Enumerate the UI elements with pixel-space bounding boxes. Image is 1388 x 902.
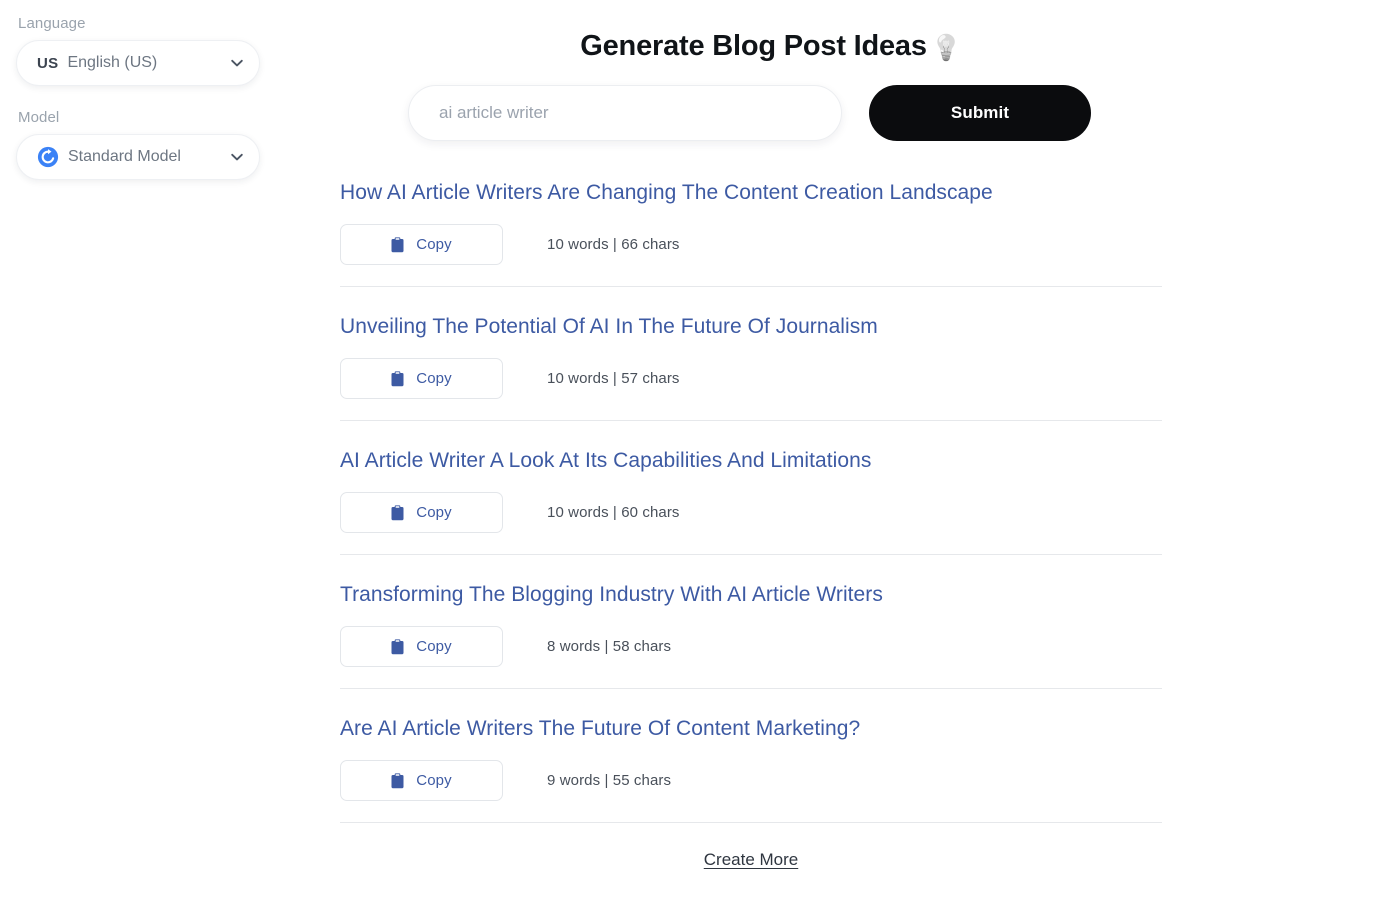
clipboard-icon — [391, 504, 404, 521]
lightbulb-icon: 💡 — [930, 34, 962, 62]
clipboard-icon — [391, 772, 404, 789]
page-title-text: Generate Blog Post Ideas — [580, 30, 927, 62]
copy-button[interactable]: Copy — [340, 760, 503, 801]
result-item: AI Article Writer A Look At Its Capabili… — [340, 447, 1162, 581]
result-item: Unveiling The Potential Of AI In The Fut… — [340, 313, 1162, 447]
search-input[interactable] — [408, 85, 842, 141]
result-title[interactable]: Transforming The Blogging Industry With … — [340, 581, 1162, 609]
language-selected-value: English (US) — [67, 54, 158, 71]
result-meta-row: Copy 9 words | 55 chars — [340, 760, 1162, 801]
result-meta-row: Copy 8 words | 58 chars — [340, 626, 1162, 667]
results-list: How AI Article Writers Are Changing The … — [340, 179, 1162, 870]
copy-button-label: Copy — [416, 638, 452, 655]
app-root: Language US English (US) Model Standard … — [0, 0, 1388, 902]
result-stats: 10 words | 57 chars — [547, 370, 680, 387]
copy-button-label: Copy — [416, 236, 452, 253]
language-dropdown[interactable]: US English (US) — [16, 40, 260, 86]
clipboard-icon — [391, 638, 404, 655]
result-stats: 9 words | 55 chars — [547, 772, 672, 789]
result-title[interactable]: Unveiling The Potential Of AI In The Fut… — [340, 313, 1162, 341]
divider — [340, 822, 1162, 823]
result-meta-row: Copy 10 words | 66 chars — [340, 224, 1162, 265]
result-meta-row: Copy 10 words | 60 chars — [340, 492, 1162, 533]
result-item: Are AI Article Writers The Future Of Con… — [340, 715, 1162, 823]
result-stats: 10 words | 60 chars — [547, 504, 680, 521]
main-content: Generate Blog Post Ideas💡 Submit How AI … — [320, 0, 1388, 870]
submit-button[interactable]: Submit — [869, 85, 1091, 141]
result-title[interactable]: How AI Article Writers Are Changing The … — [340, 179, 1162, 207]
copy-button-label: Copy — [416, 370, 452, 387]
footer-row: Create More — [340, 850, 1162, 870]
sidebar: Language US English (US) Model Standard … — [0, 0, 320, 180]
copy-button[interactable]: Copy — [340, 492, 503, 533]
copy-button[interactable]: Copy — [340, 626, 503, 667]
page-title: Generate Blog Post Ideas 💡 — [340, 0, 1202, 68]
chevron-down-icon — [229, 55, 245, 71]
language-flag-code: US — [37, 54, 59, 72]
result-stats: 8 words | 58 chars — [547, 638, 672, 655]
search-row: Submit — [408, 85, 1388, 141]
model-dropdown[interactable]: Standard Model — [16, 134, 260, 180]
clipboard-icon — [391, 370, 404, 387]
sync-circle-icon — [37, 146, 59, 168]
result-title[interactable]: Are AI Article Writers The Future Of Con… — [340, 715, 1162, 743]
copy-button[interactable]: Copy — [340, 224, 503, 265]
language-label: Language — [18, 15, 86, 32]
copy-button-label: Copy — [416, 504, 452, 521]
result-stats: 10 words | 66 chars — [547, 236, 680, 253]
result-item: Transforming The Blogging Industry With … — [340, 581, 1162, 715]
model-selected-value: Standard Model — [68, 148, 181, 165]
result-meta-row: Copy 10 words | 57 chars — [340, 358, 1162, 399]
copy-button-label: Copy — [416, 772, 452, 789]
chevron-down-icon — [229, 149, 245, 165]
clipboard-icon — [391, 236, 404, 253]
copy-button[interactable]: Copy — [340, 358, 503, 399]
create-more-link[interactable]: Create More — [704, 850, 798, 869]
result-item: How AI Article Writers Are Changing The … — [340, 179, 1162, 313]
result-title[interactable]: AI Article Writer A Look At Its Capabili… — [340, 447, 1162, 475]
model-label: Model — [18, 109, 60, 126]
